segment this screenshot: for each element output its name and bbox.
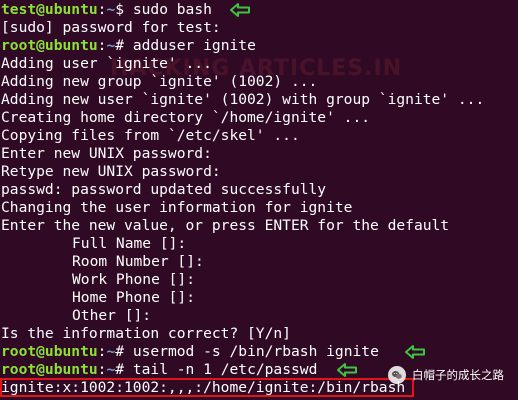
terminal-line-5: Adding new group `ignite' (1002) ... — [1, 73, 318, 90]
arrow-left-icon — [229, 2, 251, 18]
prompt-symbol: $ — [115, 1, 125, 18]
prompt-path: ~ — [106, 37, 116, 54]
command-text: sudo bash — [132, 1, 212, 18]
terminal-line-2: [sudo] password for test: — [1, 19, 221, 36]
prompt-symbol: # — [115, 361, 125, 378]
prompt-user-host: root@ubuntu — [1, 361, 98, 378]
terminal-line-19: Is the information correct? [Y/n] — [1, 325, 291, 342]
terminal-line-12: Changing the user information for ignite — [1, 199, 353, 216]
terminal-line-16: Work Phone []: — [72, 271, 196, 288]
terminal-line-7: Creating home directory `/home/ignite' .… — [1, 109, 371, 126]
terminal-line-9: Enter new UNIX password: — [1, 145, 212, 162]
prompt-user-host: root@ubuntu — [1, 343, 98, 360]
prompt-symbol: # — [115, 37, 125, 54]
prompt-path: ~ — [106, 361, 116, 378]
terminal-line-11: passwd: password updated successfully — [1, 181, 327, 198]
command-text: tail -n 1 /etc/passwd — [132, 361, 318, 378]
brand-label: 白帽子的成长之路 — [388, 366, 504, 384]
terminal-line-8: Copying files from `/etc/skel' ... — [1, 127, 300, 144]
terminal-line-15: Room Number []: — [72, 253, 204, 270]
terminal-line-3: root@ubuntu:~# adduser ignite — [1, 37, 256, 54]
prompt-symbol: # — [115, 343, 125, 360]
prompt-user-host: test@ubuntu — [1, 1, 98, 18]
arrow-left-icon — [336, 362, 358, 378]
terminal-line-1: test@ubuntu:~$ sudo bash — [1, 1, 518, 19]
terminal-line-14: Full Name []: — [72, 235, 187, 252]
arrow-left-icon — [404, 344, 426, 360]
wechat-icon — [388, 366, 406, 384]
command-text: usermod -s /bin/rbash ignite — [132, 343, 379, 360]
terminal-line-20: root@ubuntu:~# usermod -s /bin/rbash ign… — [1, 343, 518, 361]
terminal-line-6: Adding new user `ignite' (1002) with gro… — [1, 91, 485, 108]
terminal-window[interactable]: HACKING ARTICLES.IN test@ubuntu:~$ sudo … — [0, 0, 518, 400]
terminal-line-10: Retype new UNIX password: — [1, 163, 221, 180]
command-text: adduser ignite — [132, 37, 256, 54]
terminal-line-17: Home Phone []: — [72, 289, 196, 306]
prompt-path: ~ — [106, 343, 116, 360]
brand-text: 白帽子的成长之路 — [412, 368, 504, 382]
terminal-line-13: Enter the new value, or press ENTER for … — [1, 217, 450, 234]
prompt-path: ~ — [106, 1, 116, 18]
terminal-line-4: Adding user `ignite' ... — [1, 55, 212, 72]
terminal-line-18: Other []: — [72, 307, 152, 324]
prompt-user-host: root@ubuntu — [1, 37, 98, 54]
